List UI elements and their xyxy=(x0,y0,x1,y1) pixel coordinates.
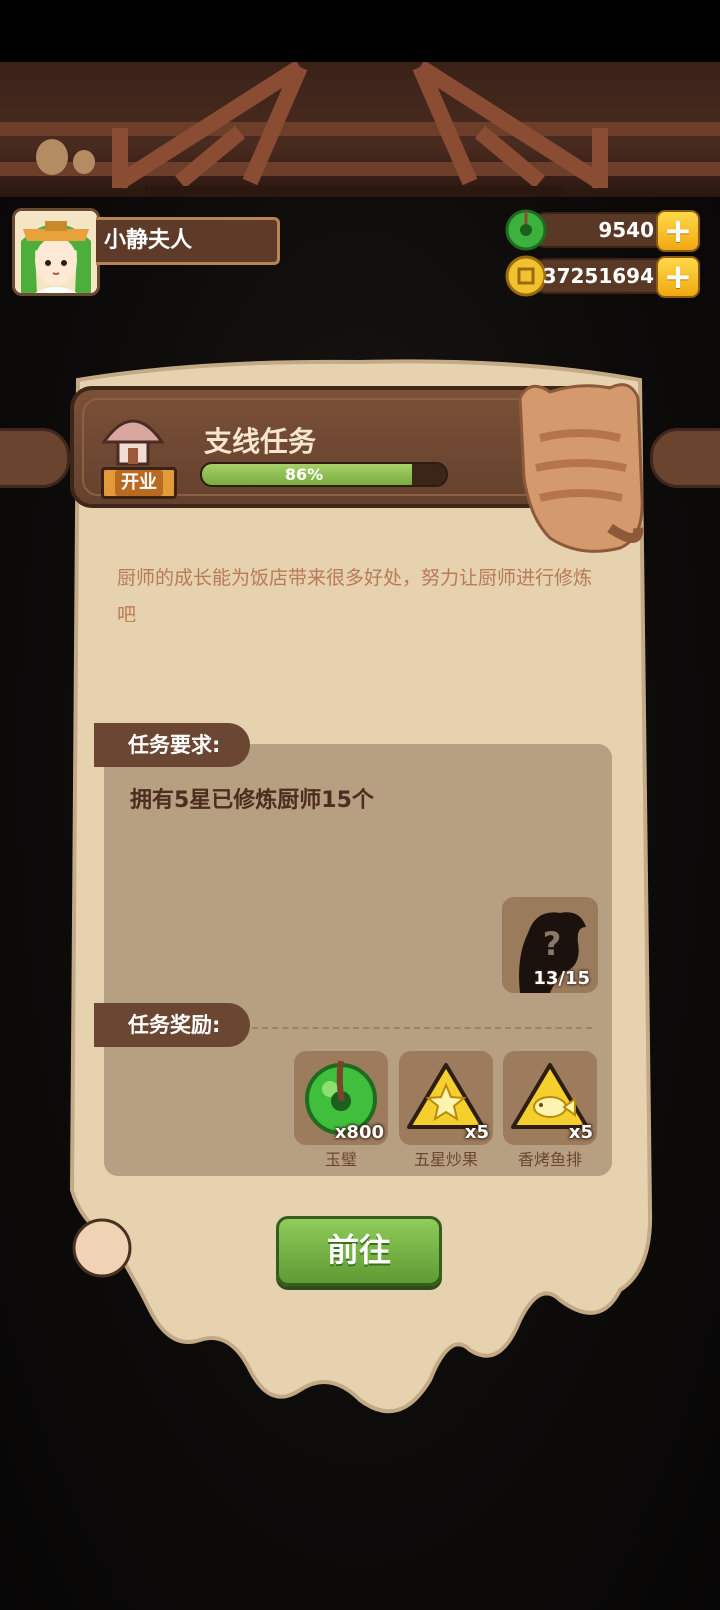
requirement-count: 13/15 xyxy=(533,968,590,989)
reward-qty: x5 xyxy=(464,1122,489,1143)
jade-disc-icon xyxy=(504,208,548,256)
reward-jade[interactable]: x800 xyxy=(294,1051,388,1145)
status-bar-area xyxy=(0,0,720,62)
player-avatar[interactable] xyxy=(12,208,100,296)
mushroom-shop-icon xyxy=(98,408,168,472)
add-jade-button[interactable]: + xyxy=(656,210,700,252)
roof-beams xyxy=(0,62,720,197)
player-name: 小静夫人 xyxy=(96,217,280,265)
divider xyxy=(252,1027,592,1029)
reward-label: 玉璧 xyxy=(324,1150,357,1169)
task-progress-bar: 86% xyxy=(200,462,448,487)
add-coins-button[interactable]: + xyxy=(656,256,700,298)
gold-coin-icon xyxy=(504,254,548,302)
task-title: 支线任务 xyxy=(204,425,317,458)
reward-label: 香烤鱼排 xyxy=(517,1150,582,1169)
reward-qty: x5 xyxy=(568,1122,593,1143)
divider xyxy=(124,698,590,699)
unknown-chef-slot[interactable]: ? 13/15 xyxy=(502,897,598,993)
jade-amount: 9540 xyxy=(598,218,654,242)
requirement-tab: 任务要求: xyxy=(94,723,250,767)
open-business-badge: 开业 xyxy=(101,467,177,499)
progress-label: 86% xyxy=(284,465,324,484)
coin-amount: 37251694 xyxy=(542,264,654,288)
reward-star-dish[interactable]: x5 xyxy=(399,1051,493,1145)
divider xyxy=(124,622,590,623)
svg-text:?: ? xyxy=(543,925,562,963)
reward-tab: 任务奖励: xyxy=(94,1003,250,1047)
coin-currency: 37251694 + xyxy=(505,255,700,298)
divider xyxy=(124,660,590,661)
requirement-text: 拥有5星已修炼厨师15个 xyxy=(130,788,374,813)
go-button[interactable]: 前往 xyxy=(276,1216,442,1286)
reward-qty: x800 xyxy=(334,1122,384,1143)
jade-currency: 9540 + xyxy=(505,209,700,252)
tabby-cat-decoration xyxy=(510,378,650,562)
reward-label: 五星炒果 xyxy=(413,1150,478,1169)
reward-fish-dish[interactable]: x5 xyxy=(503,1051,597,1145)
